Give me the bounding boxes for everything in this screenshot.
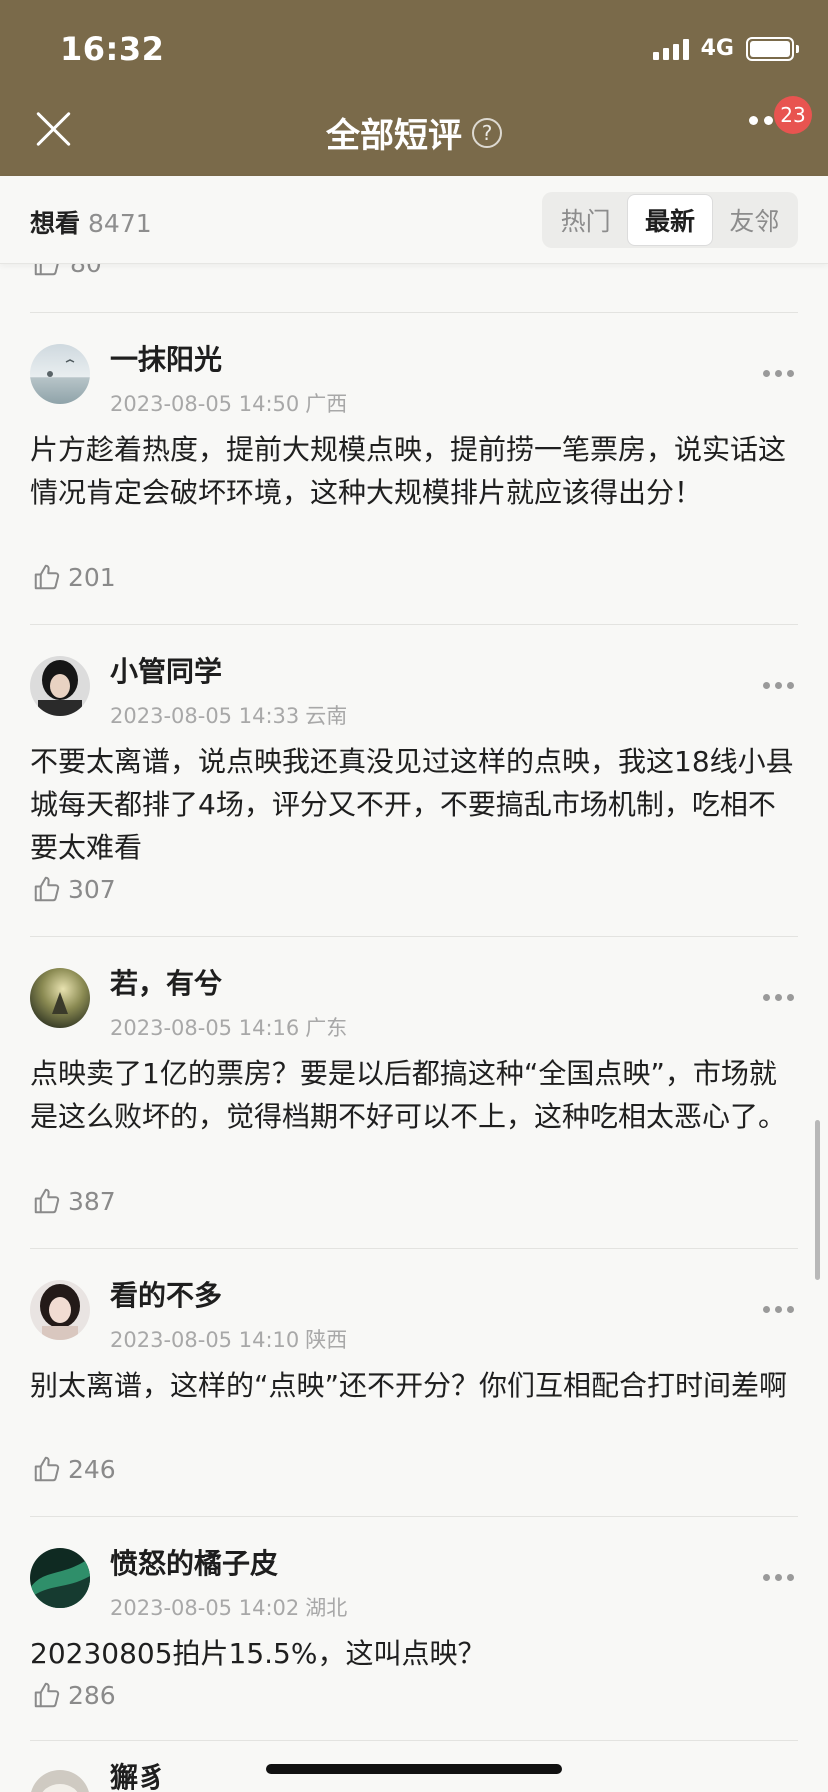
username[interactable]: 愤怒的橘子皮 (110, 1542, 278, 1582)
tab-friends[interactable]: 友邻 (713, 194, 796, 246)
divider (30, 1516, 798, 1517)
divider (30, 624, 798, 625)
sort-segmented-control: 热门 最新 友邻 (542, 192, 798, 248)
like-button[interactable]: 286 (32, 1680, 116, 1710)
divider (30, 1740, 798, 1741)
want-count: 8471 (88, 209, 152, 238)
like-count: 307 (68, 874, 116, 904)
comment-date: 2023-08-05 14:16 (110, 1016, 300, 1040)
status-time: 16:32 (60, 30, 165, 68)
network-label: 4G (700, 36, 734, 61)
username[interactable]: 獬豸 (110, 1756, 166, 1792)
aurora-photo-avatar[interactable] (30, 1548, 90, 1608)
comment-date: 2023-08-05 14:50 (110, 392, 300, 416)
woman-photo-avatar[interactable] (30, 1280, 90, 1340)
like-button[interactable]: 201 (32, 562, 116, 592)
thumbs-up-icon (34, 876, 60, 902)
filter-bar: 想看 8471 热门 最新 友邻 (0, 176, 828, 264)
comment-region: 广西 (305, 392, 348, 416)
like-count: 387 (68, 1186, 116, 1216)
comment-meta: 2023-08-05 14:33 云南 (110, 700, 347, 730)
like-count: 286 (68, 1680, 116, 1710)
username[interactable]: 小管同学 (110, 650, 222, 690)
seaside-photo-avatar[interactable] (30, 344, 90, 404)
top-bar: 16:32 4G 全部短评 ? 23 (0, 0, 828, 176)
thumbs-up-icon (34, 564, 60, 590)
comment-text: 点映卖了1亿的票房？要是以后都搞这种“全国点映”，市场就是这么败坏的，觉得档期不… (30, 1057, 787, 1133)
comment-meta: 2023-08-05 14:50 广西 (110, 388, 347, 418)
help-icon[interactable]: ? (472, 117, 502, 148)
comment-text: 不要太离谱，说点映我还真没见过这样的点映，我这18线小县城每天都排了4场，评分又… (30, 745, 794, 864)
app-root: 16:32 4G 全部短评 ? 23 想看 8471 热门 最新 友邻 一抹阳光… (0, 0, 828, 1792)
thumbs-up-icon (34, 1188, 60, 1214)
divider (30, 936, 798, 937)
comment-region: 云南 (305, 704, 348, 728)
thumbs-up-icon (34, 1456, 60, 1482)
username[interactable]: 看的不多 (110, 1274, 222, 1314)
comment-region: 广东 (305, 1016, 348, 1040)
comment-meta: 2023-08-05 14:02 湖北 (110, 1592, 347, 1622)
comment-more-button[interactable] (763, 994, 794, 1001)
comment-more-button[interactable] (763, 1574, 794, 1581)
notification-badge: 23 (774, 96, 812, 134)
comment-date: 2023-08-05 14:10 (110, 1328, 300, 1352)
comment-more-button[interactable] (763, 1306, 794, 1313)
portrait-photo-avatar[interactable] (30, 656, 90, 716)
divider (30, 1248, 798, 1249)
like-count: 201 (68, 562, 116, 592)
want-label: 想看 (30, 209, 81, 238)
tab-latest[interactable]: 最新 (627, 194, 713, 246)
like-button[interactable]: 246 (32, 1454, 116, 1484)
comment-text: 别太离谱，这样的“点映”还不开分？你们互相配合打时间差啊 (30, 1369, 788, 1402)
status-indicators: 4G (652, 36, 799, 61)
comment-text: 片方趁着热度，提前大规模点映，提前捞一笔票房，说实话这情况肯定会破坏环境，这种大… (30, 433, 787, 509)
want-to-watch: 想看 8471 (30, 204, 152, 240)
comment-more-button[interactable] (763, 370, 794, 377)
username[interactable]: 一抹阳光 (110, 338, 222, 378)
home-indicator[interactable] (266, 1764, 562, 1774)
scrollbar[interactable] (815, 1120, 820, 1280)
pet-photo-avatar[interactable] (30, 1770, 90, 1792)
comment-region: 湖北 (305, 1596, 348, 1620)
like-button[interactable]: 307 (32, 874, 116, 904)
comment-date: 2023-08-05 14:33 (110, 704, 300, 728)
landscape-photo-avatar[interactable] (30, 968, 90, 1028)
like-button[interactable]: 387 (32, 1186, 116, 1216)
tab-hot[interactable]: 热门 (544, 194, 627, 246)
page-title: 全部短评 (326, 116, 462, 156)
battery-icon (746, 36, 799, 61)
username[interactable]: 若，有兮 (110, 962, 222, 1002)
comment-date: 2023-08-05 14:02 (110, 1596, 300, 1620)
comment-meta: 2023-08-05 14:10 陕西 (110, 1324, 347, 1354)
thumbs-up-icon (34, 1682, 60, 1708)
signal-icon (652, 38, 689, 60)
comment-text: 20230805拍片15.5%，这叫点映？ (30, 1637, 486, 1670)
comment-meta: 2023-08-05 14:16 广东 (110, 1012, 347, 1042)
nav-title-group: 全部短评 ? (0, 108, 828, 157)
like-count: 246 (68, 1454, 116, 1484)
divider (30, 312, 798, 313)
comment-region: 陕西 (305, 1328, 348, 1352)
comment-more-button[interactable] (763, 682, 794, 689)
